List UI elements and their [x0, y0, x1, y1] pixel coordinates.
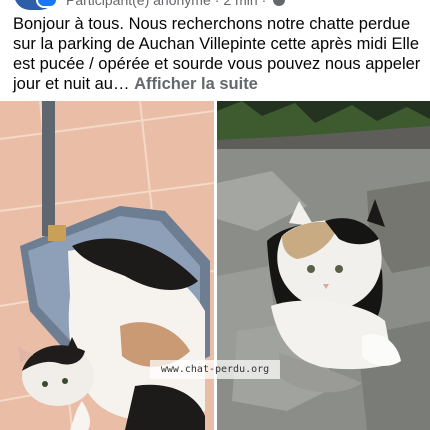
photo-cat-lying-on-floor[interactable]: [0, 101, 214, 430]
photo-grid: [0, 101, 430, 430]
cat-on-stone-wall-image: [217, 101, 430, 430]
post-time[interactable]: 2 min: [223, 0, 257, 8]
see-more-link[interactable]: Afficher la suite: [134, 75, 258, 93]
globe-icon: [273, 0, 286, 6]
anonymous-badge-icon: [36, 0, 58, 8]
author-meta: Participant(e) anonyme · 2 min ·: [66, 0, 286, 9]
post-header: Participant(e) anonyme · 2 min ·: [0, 0, 430, 12]
post-text: Bonjour à tous. Nous recherchons notre c…: [13, 14, 423, 94]
meta-separator: ·: [214, 0, 220, 8]
cat-lying-on-floor-image: [0, 101, 214, 430]
author-name[interactable]: Participant(e) anonyme: [66, 0, 211, 8]
watermark: www.chat-perdu.org: [150, 360, 280, 379]
meta-separator-2: ·: [261, 0, 267, 8]
photo-cat-on-stone-wall[interactable]: [217, 101, 430, 430]
